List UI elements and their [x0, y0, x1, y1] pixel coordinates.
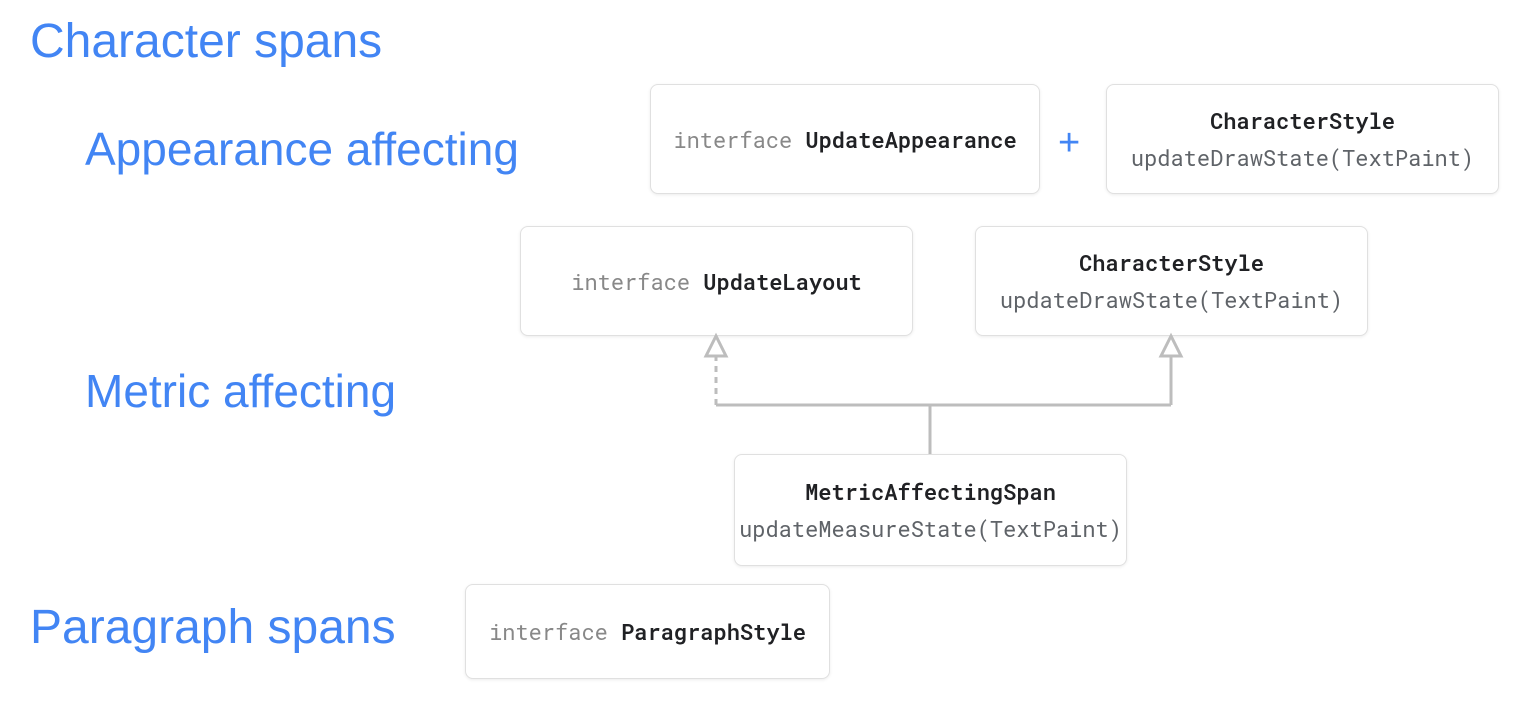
class-title: CharacterStyle [1079, 248, 1264, 277]
interface-line: interface ParagraphStyle [489, 617, 806, 646]
box-character-style-2: CharacterStyle updateDrawState(TextPaint… [975, 226, 1368, 336]
box-metric-affecting-span: MetricAffectingSpan updateMeasureState(T… [734, 454, 1127, 566]
plus-icon: + [1058, 122, 1080, 165]
heading-character-spans: Character spans [30, 14, 382, 69]
class-method: updateMeasureState(TextPaint) [739, 514, 1122, 543]
interface-line: interface UpdateAppearance [673, 125, 1016, 154]
class-title: CharacterStyle [1210, 106, 1395, 135]
box-update-layout: interface UpdateLayout [520, 226, 913, 336]
heading-paragraph-spans: Paragraph spans [30, 600, 396, 655]
keyword: interface [571, 267, 690, 296]
class-method: updateDrawState(TextPaint) [1000, 285, 1343, 314]
class-title: MetricAffectingSpan [805, 477, 1056, 506]
class-method: updateDrawState(TextPaint) [1131, 143, 1474, 172]
interface-name: ParagraphStyle [621, 617, 806, 646]
interface-name: UpdateLayout [703, 267, 861, 296]
box-paragraph-style: interface ParagraphStyle [465, 584, 830, 679]
heading-metric-affecting: Metric affecting [85, 364, 396, 418]
heading-appearance-affecting: Appearance affecting [85, 122, 519, 176]
box-update-appearance: interface UpdateAppearance [650, 84, 1040, 194]
keyword: interface [489, 617, 608, 646]
box-character-style-1: CharacterStyle updateDrawState(TextPaint… [1106, 84, 1499, 194]
keyword: interface [673, 125, 792, 154]
interface-line: interface UpdateLayout [571, 267, 861, 296]
interface-name: UpdateAppearance [805, 125, 1016, 154]
